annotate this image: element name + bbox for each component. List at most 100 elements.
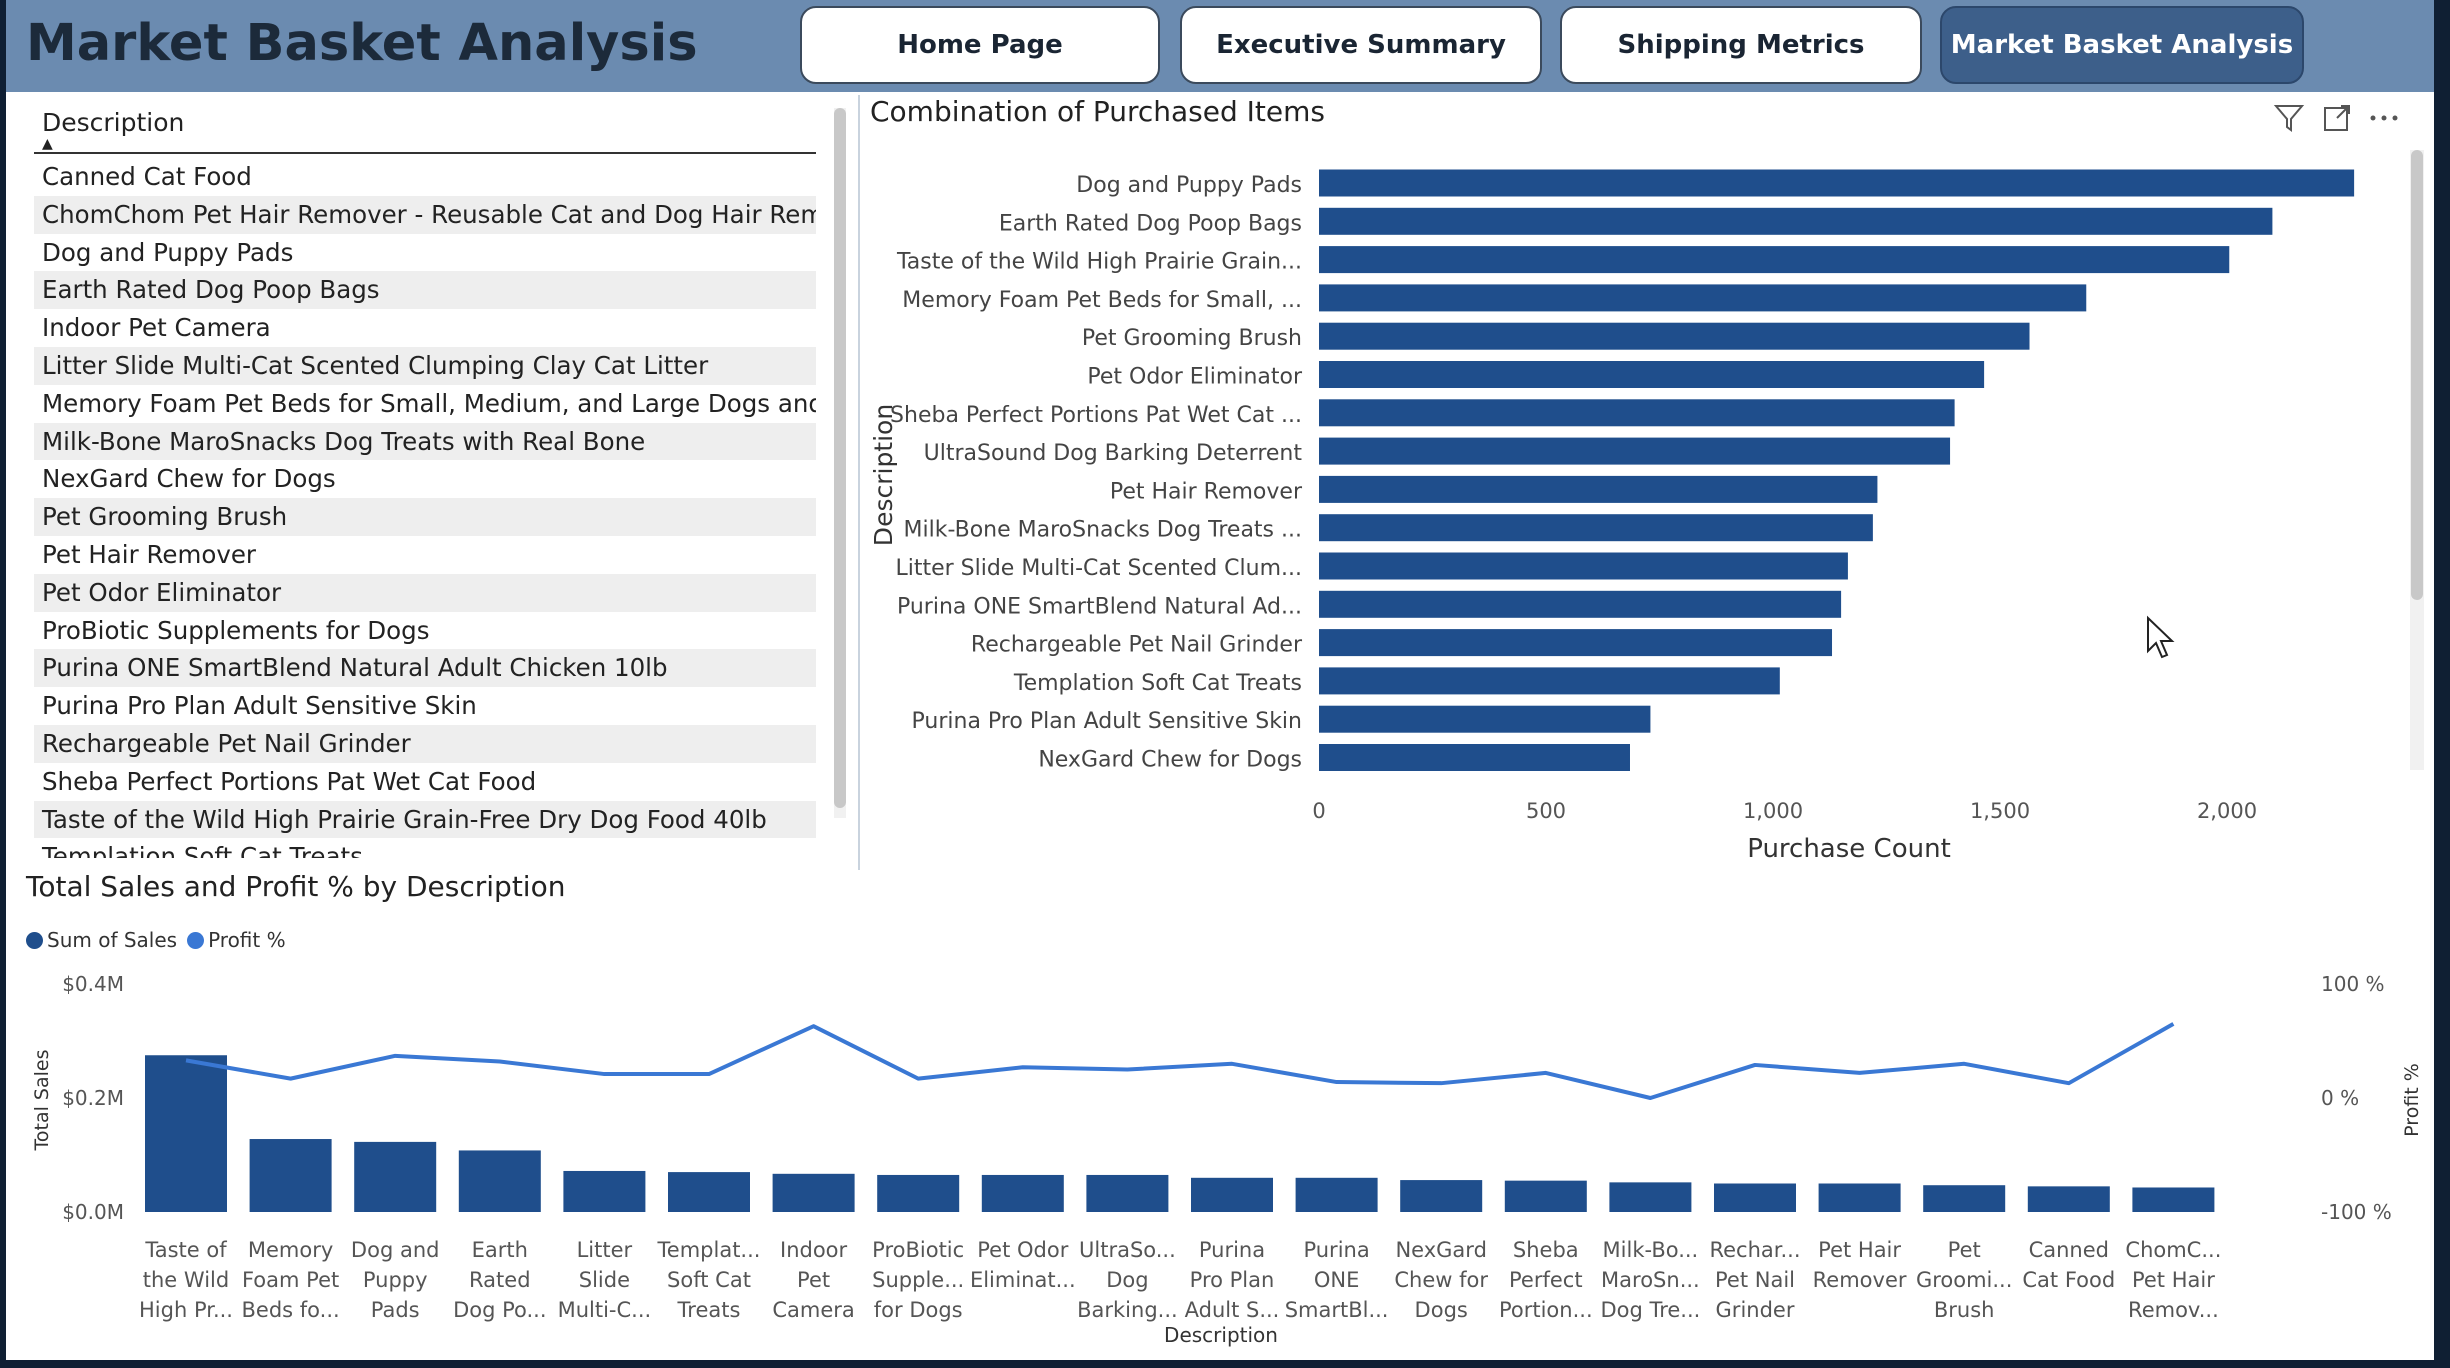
- sort-ascending-icon[interactable]: ▲: [42, 136, 53, 152]
- sales-bar[interactable]: [1609, 1182, 1692, 1212]
- sales-bar[interactable]: [563, 1170, 646, 1212]
- bar[interactable]: [1319, 169, 2355, 197]
- sales-bar[interactable]: [981, 1174, 1064, 1212]
- category-label: NexGard: [1395, 1238, 1486, 1262]
- slicer-item[interactable]: Pet Odor Eliminator: [34, 573, 816, 612]
- x-tick-label: 2,000: [2197, 799, 2257, 823]
- category-label: Templat...: [657, 1238, 761, 1262]
- sales-bar[interactable]: [249, 1139, 332, 1212]
- category-label: Pet Hair: [1818, 1238, 1901, 1262]
- x-tick-label: 500: [1526, 799, 1566, 823]
- bar[interactable]: [1319, 284, 2087, 312]
- bar-category-label: NexGard Chew for Dogs: [1038, 748, 1302, 773]
- sales-bar[interactable]: [145, 1055, 227, 1212]
- sales-bar[interactable]: [772, 1173, 855, 1212]
- slicer-item[interactable]: Milk-Bone MaroSnacks Dog Treats with Rea…: [34, 422, 816, 461]
- bar[interactable]: [1319, 322, 2030, 350]
- mouse-pointer-icon: [2147, 615, 2175, 659]
- slicer-item[interactable]: Sheba Perfect Portions Pat Wet Cat Food: [34, 763, 816, 801]
- slicer-item[interactable]: Canned Cat Food: [34, 158, 816, 196]
- slicer-column-header[interactable]: Description: [42, 108, 184, 137]
- slicer-item[interactable]: ChomChom Pet Hair Remover - Reusable Cat…: [34, 195, 816, 234]
- bar-chart-y-axis-title: Description: [869, 404, 898, 546]
- slicer-item[interactable]: Pet Hair Remover: [34, 536, 816, 574]
- bar[interactable]: [1319, 552, 1848, 580]
- slicer-item[interactable]: Purina Pro Plan Adult Sensitive Skin: [34, 687, 816, 725]
- right-axis-tick-label: 0 %: [2321, 1086, 2359, 1110]
- bar[interactable]: [1319, 246, 2230, 274]
- bar-category-label: Pet Odor Eliminator: [1087, 365, 1303, 390]
- category-label: Dogs: [1415, 1298, 1468, 1322]
- category-label: Remover: [1813, 1268, 1907, 1292]
- x-tick-label: 1,500: [1970, 799, 2030, 823]
- bar[interactable]: [1319, 514, 1873, 542]
- sales-bar[interactable]: [1923, 1185, 2006, 1212]
- sales-bar[interactable]: [1400, 1180, 1483, 1212]
- category-label: Cat Food: [2022, 1268, 2115, 1292]
- slicer-item[interactable]: Memory Foam Pet Beds for Small, Medium, …: [34, 385, 816, 423]
- category-label: Canned: [2029, 1238, 2109, 1262]
- category-label: Pro Plan: [1190, 1268, 1275, 1292]
- chart-scroll-thumb[interactable]: [2411, 150, 2423, 600]
- sales-bar[interactable]: [1714, 1183, 1796, 1213]
- bar[interactable]: [1319, 744, 1630, 771]
- bar[interactable]: [1319, 361, 1985, 388]
- slicer-item[interactable]: Dog and Puppy Pads: [34, 234, 816, 272]
- category-label: Barking...: [1077, 1298, 1178, 1322]
- category-label: Groomi...: [1916, 1268, 2012, 1292]
- sales-bar[interactable]: [668, 1172, 750, 1212]
- category-label: MaroSn...: [1601, 1268, 1700, 1292]
- category-label: Beds fo...: [242, 1298, 340, 1322]
- category-label: Purina: [1303, 1238, 1369, 1262]
- bar[interactable]: [1319, 667, 1780, 695]
- left-axis-tick-label: $0.4M: [62, 972, 124, 996]
- sales-bar[interactable]: [1818, 1183, 1901, 1213]
- sales-bar[interactable]: [354, 1141, 437, 1212]
- header-bar: Market Basket Analysis Home Page Executi…: [6, 0, 2434, 92]
- category-label: Rated: [469, 1268, 530, 1292]
- slicer-item[interactable]: Earth Rated Dog Poop Bags: [34, 271, 816, 310]
- category-label: Treats: [677, 1298, 741, 1322]
- sales-bar[interactable]: [877, 1174, 960, 1212]
- nav-home-page-button[interactable]: Home Page: [800, 6, 1160, 84]
- nav-market-basket-analysis-button[interactable]: Market Basket Analysis: [1940, 6, 2304, 84]
- nav-executive-summary-button[interactable]: Executive Summary: [1180, 6, 1542, 84]
- bar[interactable]: [1319, 590, 1842, 618]
- slicer-item[interactable]: Purina ONE SmartBlend Natural Adult Chic…: [34, 649, 816, 688]
- nav-shipping-metrics-button[interactable]: Shipping Metrics: [1560, 6, 1922, 84]
- slicer-scroll-thumb[interactable]: [834, 108, 846, 808]
- slicer-item[interactable]: Taste of the Wild High Prairie Grain-Fre…: [34, 800, 816, 839]
- slicer-item[interactable]: Indoor Pet Camera: [34, 309, 816, 347]
- bar-category-label: Earth Rated Dog Poop Bags: [999, 211, 1302, 236]
- bar-category-label: Sheba Perfect Portions Pat Wet Cat ...: [890, 403, 1302, 428]
- category-label: SmartBl...: [1285, 1298, 1389, 1322]
- slicer-item[interactable]: ProBiotic Supplements for Dogs: [34, 612, 816, 650]
- category-label: Adult S...: [1185, 1298, 1280, 1322]
- sales-bar[interactable]: [2132, 1187, 2215, 1212]
- category-label: UltraSo...: [1079, 1238, 1176, 1262]
- slicer-item[interactable]: Pet Grooming Brush: [34, 498, 816, 536]
- bar[interactable]: [1319, 629, 1833, 657]
- bar[interactable]: [1319, 705, 1651, 733]
- bar[interactable]: [1319, 437, 1951, 465]
- profit-line[interactable]: [185, 1022, 2175, 1100]
- sales-bar[interactable]: [1295, 1177, 1378, 1212]
- chart-scrollbar[interactable]: [2410, 150, 2424, 770]
- bar[interactable]: [1319, 475, 1878, 503]
- sales-bar[interactable]: [1086, 1174, 1169, 1212]
- bar[interactable]: [1319, 207, 2273, 235]
- slicer-item[interactable]: Rechargeable Pet Nail Grinder: [34, 724, 816, 763]
- report-canvas: Market Basket Analysis Home Page Executi…: [6, 0, 2434, 1360]
- slicer-item[interactable]: Litter Slide Multi-Cat Scented Clumping …: [34, 346, 816, 385]
- sales-bar[interactable]: [1191, 1177, 1273, 1212]
- slicer-item[interactable]: NexGard Chew for Dogs: [34, 460, 816, 498]
- sales-bar[interactable]: [458, 1150, 541, 1212]
- bar[interactable]: [1319, 399, 1955, 427]
- sales-bar[interactable]: [2027, 1186, 2110, 1212]
- slicer-item[interactable]: Templation Soft Cat Treats: [34, 838, 816, 858]
- category-label: Grinder: [1716, 1298, 1795, 1322]
- category-label: Dog Po...: [453, 1298, 546, 1322]
- slicer-scrollbar[interactable]: [834, 108, 846, 818]
- sales-bar[interactable]: [1504, 1180, 1587, 1212]
- description-slicer[interactable]: Description ▲ Canned Cat Food ChomChom Pe…: [26, 100, 856, 860]
